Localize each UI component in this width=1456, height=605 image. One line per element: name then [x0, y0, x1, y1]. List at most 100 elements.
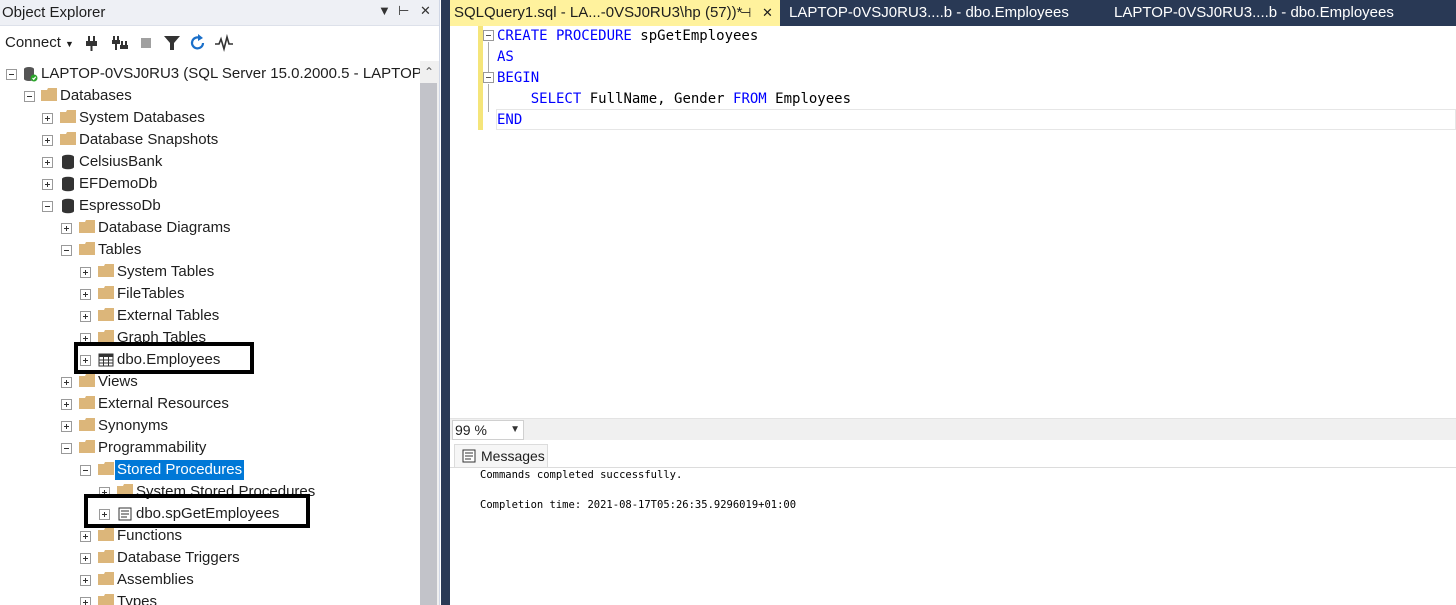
tree-item-database-triggers[interactable]: Database Triggers	[0, 547, 420, 569]
tree-item-views[interactable]: Views	[0, 371, 420, 393]
zoom-select[interactable]: 99 % ▼	[452, 420, 524, 440]
fold-toggle-icon[interactable]	[483, 30, 494, 41]
fold-toggle-icon[interactable]	[483, 72, 494, 83]
messages-tab-label: Messages	[481, 448, 545, 464]
expand-toggle[interactable]	[42, 157, 53, 168]
scrollbar-thumb[interactable]	[420, 83, 437, 605]
tree-item-espressodb[interactable]: EspressoDb	[0, 195, 420, 217]
database-icon	[62, 198, 74, 214]
code-line-1: CREATE PROCEDURE spGetEmployees	[497, 26, 758, 47]
tree-item-programmability[interactable]: Programmability	[0, 437, 420, 459]
tree-item-external-resources[interactable]: External Resources	[0, 393, 420, 415]
window-position-dropdown-icon[interactable]: ▼	[378, 3, 391, 18]
tree-label-external-tables: External Tables	[117, 307, 220, 324]
pin-tab-icon[interactable]: ⊣	[740, 0, 751, 26]
tree-item-filetables[interactable]: FileTables	[0, 283, 420, 305]
tree-item-tables[interactable]: Tables	[0, 239, 420, 261]
tree-label-database-triggers: Database Triggers	[117, 549, 240, 566]
message-line-2: Completion time: 2021-08-17T05:26:35.929…	[480, 499, 797, 511]
expand-toggle[interactable]	[80, 553, 91, 564]
connect-button[interactable]: Connect ▼	[5, 32, 74, 54]
close-panel-icon[interactable]: ✕	[420, 3, 431, 19]
current-line-highlight	[496, 109, 1456, 130]
close-tab-icon[interactable]: ✕	[762, 0, 773, 26]
panel-splitter[interactable]	[441, 0, 450, 605]
expand-toggle[interactable]	[61, 223, 72, 234]
filter-icon[interactable]	[162, 32, 182, 54]
collapse-toggle[interactable]	[42, 201, 53, 212]
expand-toggle[interactable]	[80, 531, 91, 542]
expand-toggle[interactable]	[80, 311, 91, 322]
tree-item-types[interactable]: Types	[0, 591, 420, 605]
tab-label: LAPTOP-0VSJ0RU3....b - dbo.Employees	[1114, 4, 1394, 21]
tree-item-external-tables[interactable]: External Tables	[0, 305, 420, 327]
activity-monitor-icon[interactable]	[214, 32, 234, 54]
collapse-toggle[interactable]	[80, 465, 91, 476]
refresh-icon[interactable]	[188, 32, 208, 54]
keyword: SELECT	[530, 91, 582, 107]
folder-icon	[98, 264, 114, 277]
collapse-toggle[interactable]	[6, 69, 17, 80]
expand-toggle[interactable]	[61, 421, 72, 432]
tree-label-database-snapshots: Database Snapshots	[79, 131, 219, 148]
folder-icon	[98, 550, 114, 563]
tree-label-filetables: FileTables	[117, 285, 185, 302]
tree-label-databases: Databases	[60, 87, 132, 104]
object-explorer-tree: LAPTOP-0VSJ0RU3 (SQL Server 15.0.2000.5 …	[0, 61, 420, 605]
folder-icon	[98, 462, 114, 475]
connect-plug-icon[interactable]	[82, 32, 102, 54]
tree-label-espressodb: EspressoDb	[79, 197, 161, 214]
results-pane: Messages Commands completed successfully…	[450, 440, 1456, 605]
code-line-2: AS	[497, 47, 514, 68]
tree-label-assemblies: Assemblies	[117, 571, 194, 588]
tree-item-database-diagrams[interactable]: Database Diagrams	[0, 217, 420, 239]
expand-toggle[interactable]	[61, 377, 72, 388]
stop-icon[interactable]	[136, 32, 156, 54]
expand-toggle[interactable]	[42, 135, 53, 146]
collapse-toggle[interactable]	[24, 91, 35, 102]
tab-dbo-employees-2[interactable]: LAPTOP-0VSJ0RU3....b - dbo.Employees	[1114, 0, 1414, 26]
database-icon	[62, 154, 74, 170]
tab-dbo-employees-1[interactable]: LAPTOP-0VSJ0RU3....b - dbo.Employees	[789, 0, 1089, 26]
expand-toggle[interactable]	[42, 113, 53, 124]
tree-label-programmability: Programmability	[98, 439, 207, 456]
disconnect-plug-icon[interactable]	[110, 32, 130, 54]
tab-sqlquery1[interactable]: SQLQuery1.sql - LA...-0VSJ0RU3\hp (57))*…	[450, 0, 780, 26]
tree-label-celsiusbank: CelsiusBank	[79, 153, 163, 170]
folder-icon	[98, 286, 114, 299]
tree-item-database-snapshots[interactable]: Database Snapshots	[0, 129, 420, 151]
expand-toggle[interactable]	[42, 179, 53, 190]
folder-icon	[79, 418, 95, 431]
tree-item-server[interactable]: LAPTOP-0VSJ0RU3 (SQL Server 15.0.2000.5 …	[0, 63, 420, 85]
tree-item-system-databases[interactable]: System Databases	[0, 107, 420, 129]
message-line-1: Commands completed successfully.	[480, 469, 683, 481]
tree-label-system-databases: System Databases	[79, 109, 205, 126]
expand-toggle[interactable]	[61, 399, 72, 410]
folder-icon	[98, 572, 114, 585]
tree-item-efdemodb[interactable]: EFDemoDb	[0, 173, 420, 195]
tree-item-stored-procedures[interactable]: Stored Procedures	[0, 459, 420, 481]
connect-label: Connect	[5, 34, 61, 51]
expand-toggle[interactable]	[80, 597, 91, 605]
collapse-toggle[interactable]	[61, 245, 72, 256]
tree-item-databases[interactable]: Databases	[0, 85, 420, 107]
scroll-up-icon[interactable]: ⌃	[424, 65, 434, 79]
tree-item-synonyms[interactable]: Synonyms	[0, 415, 420, 437]
auto-hide-pin-icon[interactable]: ⊢	[398, 3, 409, 19]
expand-toggle[interactable]	[80, 267, 91, 278]
highlight-box-employees	[74, 342, 254, 374]
tree-item-assemblies[interactable]: Assemblies	[0, 569, 420, 591]
collapse-toggle[interactable]	[61, 443, 72, 454]
tree-label-types: Types	[117, 593, 158, 605]
object-explorer-scrollbar[interactable]: ⌃	[420, 61, 439, 605]
sql-editor[interactable]: CREATE PROCEDURE spGetEmployees AS BEGIN…	[450, 26, 1456, 418]
tree-item-system-tables[interactable]: System Tables	[0, 261, 420, 283]
expand-toggle[interactable]	[80, 289, 91, 300]
tree-item-functions[interactable]: Functions	[0, 525, 420, 547]
divider	[450, 467, 1456, 468]
tree-item-celsiusbank[interactable]: CelsiusBank	[0, 151, 420, 173]
highlight-box-spgetemployees	[84, 494, 310, 528]
expand-toggle[interactable]	[80, 575, 91, 586]
tab-messages[interactable]: Messages	[454, 444, 548, 468]
